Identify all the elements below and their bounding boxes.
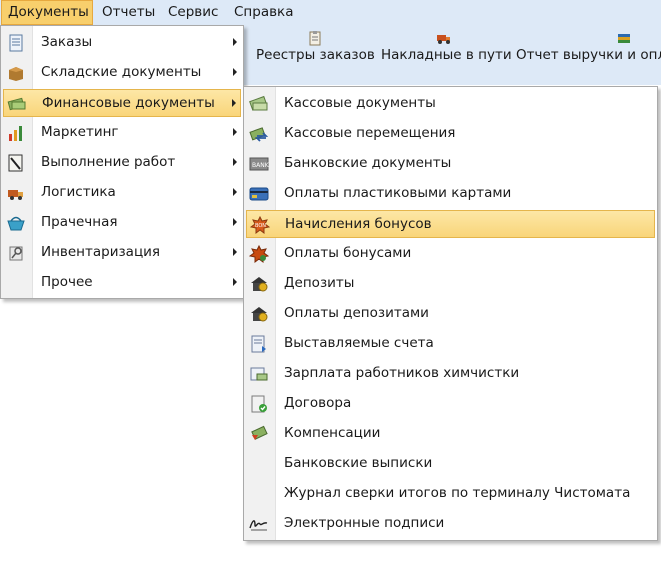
compensation-icon: [251, 425, 268, 440]
deposit-payment-icon: [251, 307, 268, 322]
toolbar-button-waybills[interactable]: Накладные в пути: [381, 28, 512, 78]
chevron-right-icon: [233, 68, 237, 76]
svg-text:BANK: BANK: [252, 162, 269, 169]
chevron-right-icon: [233, 38, 237, 46]
toolbar-button-label: Реестры заказов: [256, 47, 375, 63]
cash-icon: [249, 95, 268, 111]
chart-icon: [9, 126, 22, 141]
toolbar-button-label: Накладные в пути: [381, 47, 512, 63]
svg-text:BON: BON: [255, 223, 266, 229]
menu-documents[interactable]: Документы: [1, 0, 93, 25]
menu-item-laundry[interactable]: Прачечная: [3, 209, 241, 237]
chevron-right-icon: [233, 218, 237, 226]
menu-item-bonus-payments[interactable]: Оплаты бонусами: [246, 240, 655, 268]
menu-bar: Документы Отчеты Сервис Справка: [0, 0, 661, 25]
menu-item-bank-documents[interactable]: BANK Банковские документы: [246, 150, 655, 178]
orders-icon: [9, 34, 23, 52]
chevron-right-icon: [232, 99, 236, 107]
menu-item-bonus-accruals[interactable]: BON Начисления бонусов: [246, 210, 655, 238]
financial-documents-submenu: Кассовые документы Кассовые перемещения …: [243, 86, 658, 541]
menu-item-cash-documents[interactable]: Кассовые документы: [246, 90, 655, 118]
menu-item-orders[interactable]: Заказы: [3, 29, 241, 57]
chevron-right-icon: [233, 128, 237, 136]
documents-menu: Заказы Складские документы Финансовые до…: [0, 25, 244, 299]
bonus-icon: BON: [250, 216, 270, 234]
basket-icon: [7, 216, 25, 231]
menu-item-terminal-reconciliation-log[interactable]: Журнал сверки итогов по терминалу Чистом…: [246, 480, 655, 508]
menu-item-other[interactable]: Прочее: [3, 269, 241, 297]
menu-item-warehouse-documents[interactable]: Складские документы: [3, 59, 241, 87]
clipboard-icon: [309, 31, 320, 46]
menu-item-contracts[interactable]: Договора: [246, 390, 655, 418]
menu-reports[interactable]: Отчеты: [96, 0, 161, 25]
chevron-right-icon: [233, 248, 237, 256]
cash-transfer-icon: [249, 127, 269, 142]
toolbar-button-order-registers[interactable]: Реестры заказов: [256, 28, 375, 78]
menu-item-compensations[interactable]: Компенсации: [246, 420, 655, 448]
money-icon: [7, 97, 26, 111]
menu-service[interactable]: Сервис: [162, 0, 224, 25]
toolbar-button-revenue-report[interactable]: Отчет выручки и опл: [516, 28, 661, 78]
menu-item-inventory[interactable]: Инвентаризация: [3, 239, 241, 267]
credit-card-icon: [249, 187, 269, 201]
toolbar-button-label: Отчет выручки и опл: [516, 47, 661, 63]
checklist-icon: [8, 154, 23, 172]
bank-icon: BANK: [249, 157, 269, 171]
box-icon: [9, 67, 23, 81]
chevron-right-icon: [233, 188, 237, 196]
inventory-icon: [9, 246, 23, 261]
contract-icon: [251, 395, 267, 413]
truck-icon: [8, 190, 23, 200]
invoice-icon: [251, 335, 266, 353]
chevron-right-icon: [233, 158, 237, 166]
books-icon: [618, 34, 630, 43]
menu-item-issued-invoices[interactable]: Выставляемые счета: [246, 330, 655, 358]
menu-item-deposit-payments[interactable]: Оплаты депозитами: [246, 300, 655, 328]
menu-item-marketing[interactable]: Маркетинг: [3, 119, 241, 147]
menu-item-card-payments[interactable]: Оплаты пластиковыми картами: [246, 180, 655, 208]
menu-item-bank-statements[interactable]: Банковские выписки: [246, 450, 655, 478]
menu-item-deposits[interactable]: Депозиты: [246, 270, 655, 298]
deposit-icon: [251, 277, 268, 292]
truck-icon: [437, 35, 450, 44]
chevron-right-icon: [233, 278, 237, 286]
menu-item-logistics[interactable]: Логистика: [3, 179, 241, 207]
menu-item-dry-cleaning-salary[interactable]: Зарплата работников химчистки: [246, 360, 655, 388]
menu-item-cash-transfers[interactable]: Кассовые перемещения: [246, 120, 655, 148]
menu-item-electronic-signatures[interactable]: Электронные подписи: [246, 510, 655, 538]
bonus-payment-icon: [249, 245, 269, 263]
salary-icon: [250, 367, 268, 381]
menu-item-financial-documents[interactable]: Финансовые документы: [3, 89, 241, 117]
signature-icon: [249, 520, 268, 531]
menu-item-work-execution[interactable]: Выполнение работ: [3, 149, 241, 177]
menu-help[interactable]: Справка: [228, 0, 299, 25]
